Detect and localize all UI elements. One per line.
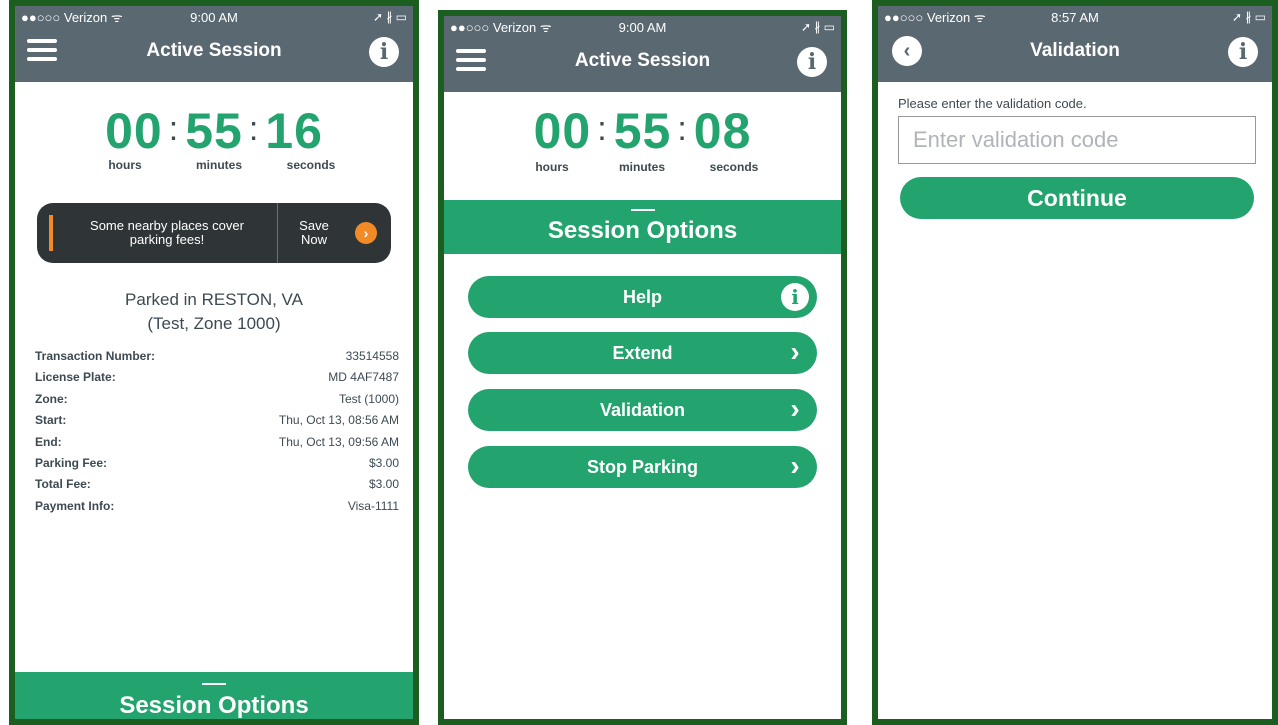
detail-row: Transaction Number: 33514558	[35, 349, 399, 370]
session-options-title: Session Options	[547, 217, 738, 244]
detail-row: Zone: Test (1000)	[35, 392, 399, 413]
detail-row: End: Thu, Oct 13, 09:56 AM	[35, 435, 399, 456]
detail-row: Parking Fee: $3.00	[35, 456, 399, 477]
continue-button[interactable]: Continue	[900, 177, 1254, 219]
detail-label: End:	[35, 434, 62, 449]
stop-parking-button-label: Stop Parking	[586, 457, 698, 477]
extend-button-label: Extend	[612, 343, 673, 363]
info-icon[interactable]: i	[1228, 37, 1258, 67]
status-bar: ●●○○○ Verizon ᯤ 8:57 AM ➚ ∦ ▭	[878, 6, 1272, 28]
status-time: 8:57 AM	[1051, 9, 1099, 25]
detail-value: Thu, Oct 13, 09:56 AM	[278, 434, 399, 449]
timer-minutes: 55	[185, 103, 243, 159]
nav-bar: ‹ Validation i	[878, 28, 1272, 82]
validation-code-input[interactable]	[898, 116, 1256, 164]
detail-value: Thu, Oct 13, 08:56 AM	[278, 413, 399, 428]
validation-prompt: Please enter the validation code.	[898, 96, 1087, 111]
timer-separator: :	[168, 110, 180, 148]
info-icon[interactable]: i	[369, 37, 399, 67]
nav-bar: Active Session i	[15, 28, 413, 82]
detail-row: Total Fee: $3.00	[35, 477, 399, 498]
page-title: Validation	[1030, 40, 1120, 61]
chevron-right-icon: ›	[790, 336, 800, 367]
timer-separator: :	[597, 110, 608, 148]
timer-hours: 00	[105, 103, 163, 159]
detail-row: Start: Thu, Oct 13, 08:56 AM	[35, 413, 399, 434]
detail-value: $3.00	[368, 455, 399, 470]
minutes-label: minutes	[195, 158, 242, 172]
extend-button[interactable]: Extend ›	[468, 332, 817, 374]
drawer-handle[interactable]	[630, 209, 655, 211]
timer-separator: :	[677, 110, 688, 148]
phone-screen-active-session: ●●○○○ Verizon ᯤ 9:00 AM ➚ ∦ ▭ Active Ses…	[9, 0, 419, 725]
detail-value: 33514558	[345, 349, 399, 363]
detail-label: Parking Fee:	[35, 455, 108, 470]
page-title: Active Session	[574, 50, 711, 71]
parked-city: Parked in RESTON, VA	[125, 290, 303, 309]
stop-parking-button[interactable]: Stop Parking ›	[468, 446, 817, 488]
detail-value: MD 4AF7487	[328, 370, 399, 385]
validation-button-label: Validation	[599, 400, 686, 420]
detail-label: Payment Info:	[35, 498, 115, 513]
promo-accent-bar	[49, 215, 53, 251]
chevron-right-icon: ›	[790, 393, 800, 424]
seconds-label: seconds	[286, 158, 336, 172]
status-time: 9:00 AM	[618, 19, 667, 35]
help-button-label: Help	[622, 287, 662, 307]
detail-row: License Plate: MD 4AF7487	[35, 370, 399, 391]
hours-label: hours	[108, 158, 142, 172]
seconds-label: seconds	[709, 160, 759, 174]
detail-value: Visa-1111	[347, 498, 399, 513]
minutes-label: minutes	[618, 160, 665, 174]
info-icon: i	[781, 283, 809, 311]
timer-hours: 00	[533, 103, 592, 159]
save-now-button[interactable]: Save Now	[289, 219, 339, 247]
arrow-right-circle-icon[interactable]: ›	[355, 222, 377, 244]
session-options-title: Session Options	[119, 692, 309, 719]
detail-label: Start:	[35, 413, 67, 428]
status-icons: ➚ ∦ ▭	[1231, 10, 1266, 24]
nav-bar: Active Session i	[444, 38, 841, 92]
timer-separator: :	[248, 110, 260, 148]
detail-label: Transaction Number:	[35, 349, 156, 363]
countdown-timer: 00:55:16	[15, 102, 413, 160]
phone-screen-session-options: ●●○○○ Verizon ᯤ 9:00 AM ➚ ∦ ▭ Active Ses…	[438, 10, 847, 725]
session-options-header[interactable]: Session Options	[444, 200, 841, 254]
session-options-drawer[interactable]: Session Options	[15, 672, 413, 719]
info-icon[interactable]: i	[797, 47, 827, 77]
detail-value: $3.00	[368, 477, 399, 492]
promo-text: Some nearby places cover parking fees!	[90, 218, 244, 247]
detail-label: License Plate:	[35, 370, 116, 385]
timer-minutes: 55	[613, 103, 672, 159]
timer-seconds: 16	[265, 103, 323, 159]
status-icons: ➚ ∦ ▭	[800, 20, 835, 34]
detail-label: Zone:	[35, 391, 68, 406]
timer-seconds: 08	[693, 103, 752, 159]
session-details: Transaction Number: 33514558 License Plat…	[35, 349, 399, 520]
detail-row: Payment Info: Visa-1111	[35, 499, 399, 520]
detail-label: Total Fee:	[35, 477, 91, 492]
countdown-timer: 00:55:08	[444, 102, 841, 160]
chevron-right-icon: ›	[790, 450, 800, 481]
detail-value: Test (1000)	[338, 391, 399, 406]
help-button[interactable]: Help i	[468, 276, 817, 318]
validation-button[interactable]: Validation ›	[468, 389, 817, 431]
status-time: 9:00 AM	[190, 9, 238, 25]
parked-location: Parked in RESTON, VA (Test, Zone 1000)	[15, 288, 413, 336]
phone-screen-validation: ●●○○○ Verizon ᯤ 8:57 AM ➚ ∦ ▭ ‹ Validati…	[872, 0, 1278, 725]
promo-divider	[277, 203, 278, 263]
promo-banner[interactable]: Some nearby places cover parking fees! S…	[37, 203, 391, 263]
status-bar: ●●○○○ Verizon ᯤ 9:00 AM ➚ ∦ ▭	[15, 6, 413, 28]
hours-label: hours	[535, 160, 569, 174]
parked-zone: (Test, Zone 1000)	[147, 314, 281, 333]
drawer-handle[interactable]	[202, 683, 226, 685]
status-icons: ➚ ∦ ▭	[372, 10, 407, 24]
status-bar: ●●○○○ Verizon ᯤ 9:00 AM ➚ ∦ ▭	[444, 16, 841, 38]
page-title: Active Session	[146, 40, 282, 61]
